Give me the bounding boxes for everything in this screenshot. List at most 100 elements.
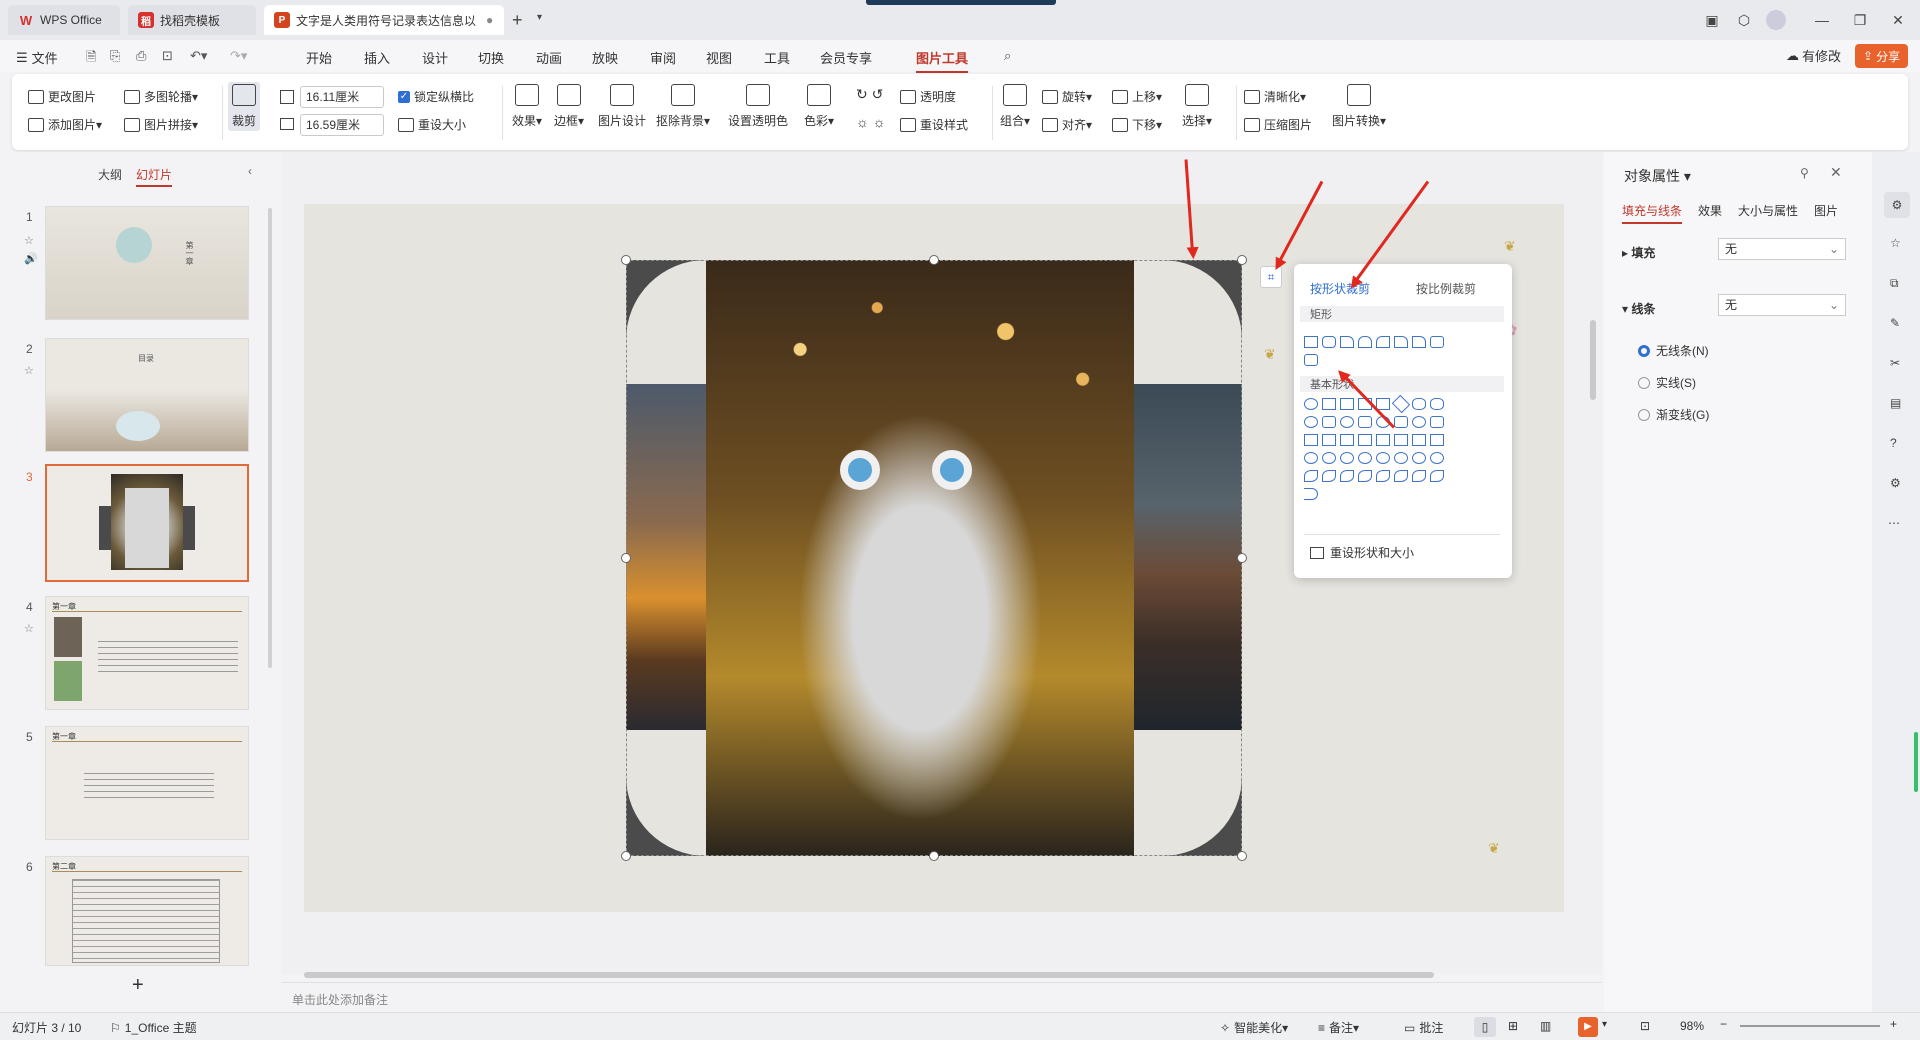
basic-shape-icon[interactable] [1358, 416, 1372, 428]
height-field[interactable]: 16.59厘米 [300, 114, 384, 136]
group-button[interactable]: 组合▾ [1000, 84, 1030, 129]
resize-handle-sw[interactable] [621, 851, 631, 861]
more-icon[interactable]: ⋯ [1888, 516, 1900, 530]
rotate-button[interactable]: 旋转 ▾ [1042, 88, 1092, 105]
restore-icon[interactable]: ❐ [1850, 10, 1870, 30]
select-button[interactable]: 选择▾ [1182, 84, 1212, 129]
add-slide-button[interactable]: + [132, 974, 144, 997]
tab-list-chevron-icon[interactable]: ▾ [537, 12, 542, 23]
radio-no-line[interactable]: 无线条(N) [1638, 342, 1709, 359]
rotate-light-icon[interactable]: ↻ ↺ [856, 86, 883, 103]
resize-handle-se[interactable] [1237, 851, 1247, 861]
sharpen-button[interactable]: 清晰化 ▾ [1244, 88, 1306, 105]
tab-wps-office[interactable]: W WPS Office [8, 5, 120, 35]
star-icon[interactable]: ☆ [24, 234, 34, 247]
brightness-icon[interactable]: ☼ ☼ [856, 114, 886, 130]
menu-animation[interactable]: 动画 [536, 48, 562, 67]
basic-shape-icon[interactable] [1322, 452, 1336, 464]
basic-shape-icon[interactable] [1304, 416, 1318, 428]
tab-size-properties[interactable]: 大小与属性 [1738, 202, 1798, 219]
menu-review[interactable]: 审阅 [650, 48, 676, 67]
theme-info[interactable]: ⚐ 1_Office 主题 [110, 1019, 197, 1036]
basic-shape-icon[interactable] [1304, 398, 1318, 410]
rectangle-shape-icon[interactable] [1394, 336, 1408, 348]
properties-icon[interactable]: ⚙ [1884, 192, 1910, 218]
basic-shape-icon[interactable] [1412, 470, 1426, 482]
notes-button[interactable]: ≡ 备注 ▾ [1318, 1019, 1359, 1036]
rectangle-shape-icon[interactable] [1322, 336, 1336, 348]
avatar[interactable] [1766, 10, 1786, 30]
basic-shape-icon[interactable] [1304, 452, 1318, 464]
slide-thumbnail-5[interactable]: 第一章 [45, 726, 249, 840]
border-button[interactable]: 边框▾ [554, 84, 584, 129]
menu-member[interactable]: 会员专享 [820, 48, 872, 67]
zoom-slider[interactable] [1740, 1025, 1880, 1027]
grid-view-icon[interactable]: ⊞ [1508, 1019, 1518, 1033]
resize-handle-s[interactable] [929, 851, 939, 861]
basic-shape-icon[interactable] [1430, 434, 1444, 446]
play-options-chevron-icon[interactable]: ▾ [1602, 1019, 1607, 1030]
menu-transition[interactable]: 切换 [478, 48, 504, 67]
tab-effects[interactable]: 效果 [1698, 202, 1722, 219]
brace-shape-icon[interactable] [1304, 488, 1318, 500]
notes-area[interactable]: 单击此处添加备注 [282, 982, 1602, 1012]
beautify-button[interactable]: ✧ 智能美化 ▾ [1220, 1019, 1288, 1036]
compress-button[interactable]: 压缩图片 [1244, 116, 1312, 133]
tab-slides[interactable]: 幻灯片 [136, 166, 173, 187]
crop-button[interactable]: 裁剪 [228, 82, 261, 131]
effects-button[interactable]: 效果▾ [512, 84, 542, 129]
basic-shape-icon[interactable] [1322, 434, 1336, 446]
rectangle-shape-icon[interactable] [1376, 336, 1390, 348]
basic-shape-icon[interactable] [1430, 398, 1444, 410]
save-icon[interactable]: 🗎 [86, 48, 96, 70]
gear-icon[interactable]: ⚙ [1890, 476, 1901, 490]
multi-carousel-button[interactable]: 多图轮播 ▾ [124, 88, 198, 105]
search-icon[interactable]: ⌕ [1004, 48, 1011, 64]
slide-thumbnail-4[interactable]: 第一章 [45, 596, 249, 710]
basic-shape-icon[interactable] [1412, 416, 1426, 428]
basic-shape-icon[interactable] [1340, 398, 1354, 410]
fill-select[interactable]: 无 ⌄ [1718, 238, 1846, 260]
star-icon[interactable]: ☆ [1890, 236, 1901, 250]
basic-shape-icon[interactable] [1412, 452, 1426, 464]
close-panel-icon[interactable]: ✕ [1830, 164, 1842, 181]
basic-shape-icon[interactable] [1430, 416, 1444, 428]
rectangle-shape-icon[interactable] [1304, 336, 1318, 348]
menu-insert[interactable]: 插入 [364, 48, 390, 67]
convert-button[interactable]: 图片转换▾ [1332, 84, 1386, 129]
fit-icon[interactable]: ⊡ [1640, 1019, 1650, 1033]
minimize-icon[interactable]: — [1812, 10, 1832, 30]
rectangle-shape-icon[interactable] [1430, 336, 1444, 348]
tab-outline[interactable]: 大纲 [98, 166, 122, 183]
basic-shape-icon[interactable] [1412, 398, 1426, 410]
vertical-scrollbar[interactable] [1590, 320, 1596, 400]
export-icon[interactable]: ⎘ [110, 48, 120, 64]
basic-shape-icon[interactable] [1322, 398, 1336, 410]
basic-shape-icon[interactable] [1391, 394, 1411, 414]
basic-shape-icon[interactable] [1394, 452, 1408, 464]
rectangle-shape-icon[interactable] [1304, 354, 1318, 366]
slide-thumbnail-1[interactable]: 第一章 [45, 206, 249, 320]
reset-size-button[interactable]: 重设大小 [398, 116, 466, 133]
panel-scrollbar[interactable] [268, 208, 272, 668]
basic-shape-icon[interactable] [1412, 434, 1426, 446]
tab-template[interactable]: 稻 找稻壳模板 [128, 5, 256, 35]
star-icon[interactable]: ☆ [24, 622, 34, 635]
tools-icon[interactable]: ✂ [1890, 356, 1900, 370]
resize-handle-w[interactable] [621, 553, 631, 563]
basic-shape-icon[interactable] [1304, 470, 1318, 482]
slide-thumbnail-2[interactable]: 目录 [45, 338, 249, 452]
basic-shape-icon[interactable] [1340, 470, 1354, 482]
redo-icon[interactable]: ↷▾ [230, 48, 247, 64]
slide-thumbnail-3[interactable] [45, 464, 249, 582]
rectangle-shape-icon[interactable] [1358, 336, 1372, 348]
reading-view-icon[interactable]: ▥ [1540, 1019, 1551, 1033]
basic-shape-icon[interactable] [1430, 470, 1444, 482]
horizontal-scrollbar[interactable] [304, 972, 1434, 978]
preview-icon[interactable]: ⊡ [162, 48, 173, 64]
menu-start[interactable]: 开始 [306, 48, 332, 67]
zoom-out-icon[interactable]: − [1720, 1017, 1727, 1031]
edit-icon[interactable]: ✎ [1890, 316, 1900, 330]
basic-shape-icon[interactable] [1376, 434, 1390, 446]
menu-tools[interactable]: 工具 [764, 48, 790, 67]
